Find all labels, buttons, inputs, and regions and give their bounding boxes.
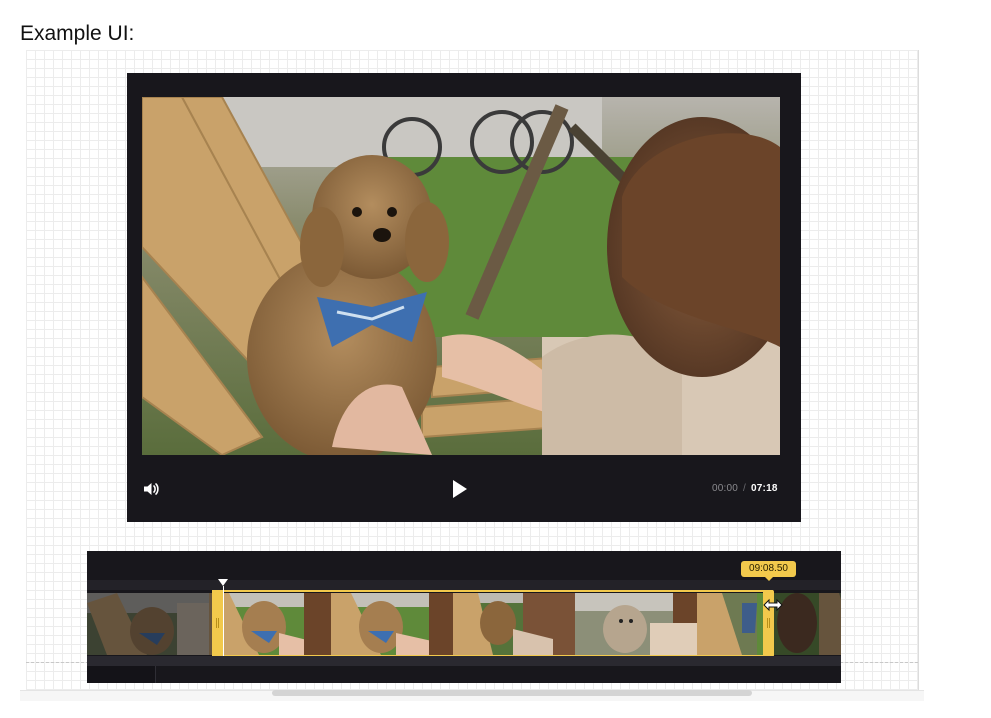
trim-handle-left[interactable] <box>212 590 223 657</box>
trim-excluded-left <box>87 593 212 655</box>
playhead-line <box>223 586 224 666</box>
volume-button[interactable] <box>142 480 160 498</box>
timeline-ruler[interactable] <box>87 580 841 590</box>
current-time: 00:00 <box>712 483 739 494</box>
trim-excluded-right <box>773 593 841 655</box>
timeline-bottom-segment <box>87 666 156 683</box>
time-readout: 00:00 / 07:18 <box>712 483 778 494</box>
trim-time-tooltip: 09:08.50 <box>741 561 796 581</box>
page: Example UI: 00:00 / 07:18 09:08.50 <box>0 0 991 718</box>
playhead-marker-icon[interactable] <box>218 579 228 586</box>
video-still-dog-with-bandana <box>142 97 780 455</box>
timeline-lower-track <box>87 656 841 666</box>
grip-icon <box>767 618 770 628</box>
trim-selection[interactable] <box>212 590 773 657</box>
horizontal-resize-cursor-icon <box>763 598 783 612</box>
page-heading: Example UI: <box>20 22 135 45</box>
horizontal-scrollbar-thumb[interactable] <box>272 690 752 696</box>
video-player <box>127 73 801 522</box>
play-button[interactable] <box>452 479 468 499</box>
play-icon <box>453 480 467 498</box>
speaker-icon <box>144 483 159 495</box>
total-time: 07:18 <box>751 483 778 494</box>
time-separator: / <box>743 483 747 494</box>
grip-icon <box>216 618 219 628</box>
video-frame[interactable] <box>142 97 780 455</box>
